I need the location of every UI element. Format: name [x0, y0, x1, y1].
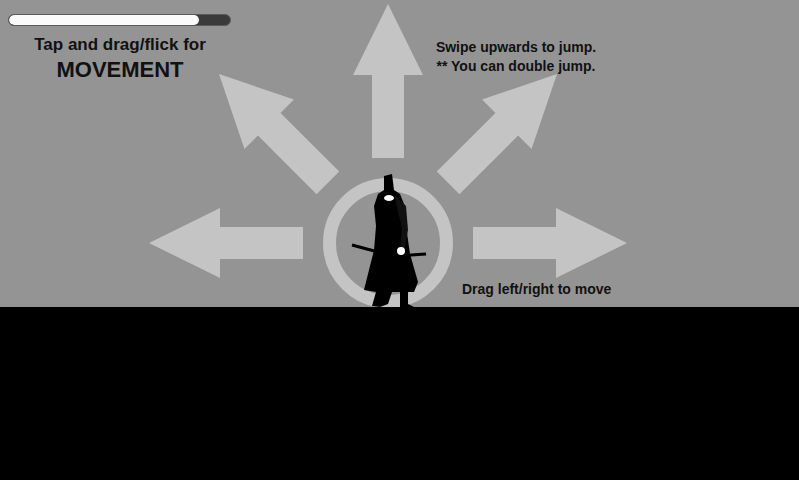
samurai-icon [352, 174, 426, 307]
instruction-title: Tap and drag/flick forMOVEMENT [12, 34, 228, 84]
instruction-heading: MOVEMENT [56, 56, 183, 84]
right-arrow-icon [473, 208, 627, 278]
hint-line: Swipe upwards to jump. [436, 38, 596, 57]
move-hint: Drag left/right to move [462, 280, 611, 298]
jump-hint: Swipe upwards to jump.** You can double … [406, 38, 626, 76]
game-screen[interactable]: Tap and drag/flick forMOVEMENT Swipe upwa… [0, 0, 799, 480]
up-arrow-icon [353, 4, 423, 158]
hint-line: ** You can double jump. [437, 57, 596, 76]
health-bar [8, 14, 231, 26]
instruction-subtitle: Tap and drag/flick for [34, 34, 206, 56]
health-bar-fill [9, 15, 199, 25]
game-stage[interactable]: Tap and drag/flick forMOVEMENT Swipe upwa… [0, 0, 799, 307]
up-left-arrow-icon [194, 49, 352, 207]
left-arrow-icon [149, 208, 303, 278]
ground [0, 307, 799, 480]
